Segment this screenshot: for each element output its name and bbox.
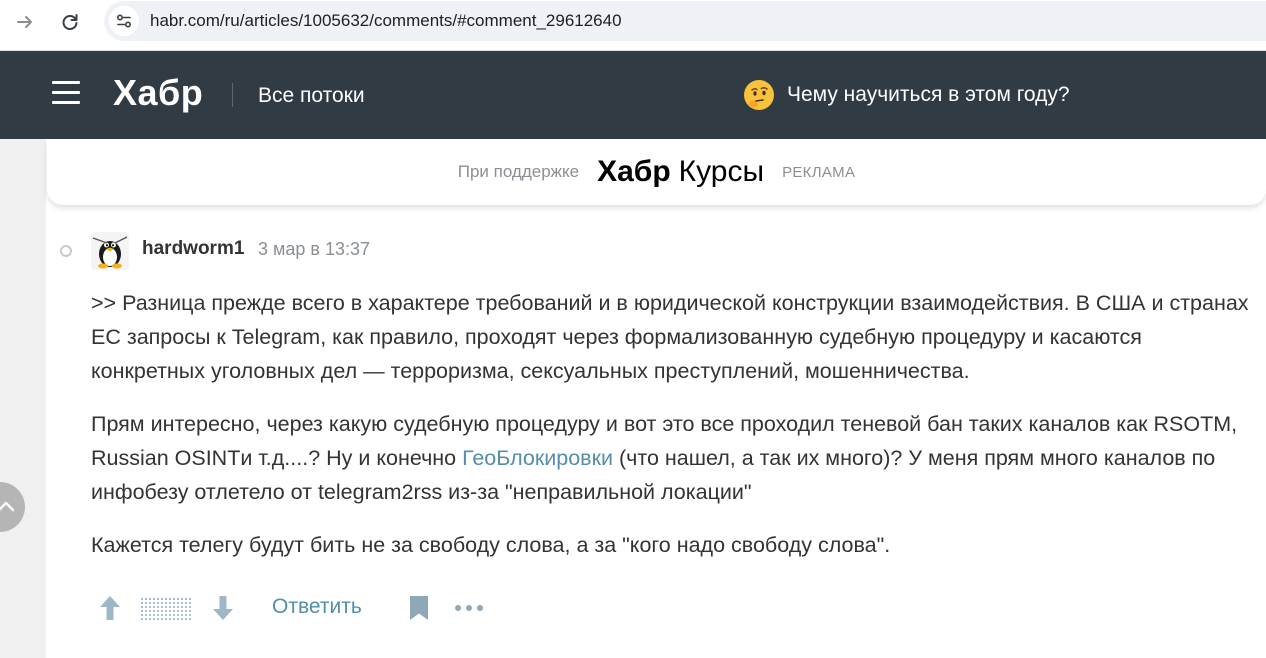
- site-logo[interactable]: Хабр: [113, 71, 203, 115]
- bookmark-button[interactable]: [408, 595, 430, 621]
- thread-marker[interactable]: [60, 245, 72, 257]
- geoblock-link[interactable]: ГеоБлокировки: [462, 446, 613, 470]
- comment-paragraph: >> Разница прежде всего в характере треб…: [91, 291, 1249, 383]
- promo-text: Чему научиться в этом году?: [787, 83, 1070, 106]
- thinking-emoji-icon: [744, 80, 774, 110]
- menu-icon[interactable]: [52, 81, 80, 105]
- penguin-avatar-icon: [92, 236, 128, 269]
- all-flows-link[interactable]: Все потоки: [258, 83, 365, 109]
- upvote-arrow-icon: [100, 596, 120, 620]
- avatar[interactable]: [91, 232, 129, 270]
- browser-toolbar: habr.com/ru/articles/1005632/comments/#c…: [0, 0, 1266, 51]
- sponsor-brand-bold: Хабр: [597, 155, 671, 188]
- downvote-button[interactable]: [211, 594, 235, 622]
- upvote-button[interactable]: [98, 594, 122, 622]
- comment-paragraph: Кажется телегу будут бить не за свободу …: [91, 533, 891, 557]
- site-header: Хабр Все потоки Чему научиться в этом го…: [0, 51, 1266, 139]
- scroll-up-icon: [0, 501, 15, 512]
- comment-date[interactable]: 3 мар в 13:37: [258, 239, 370, 260]
- comment-paragraph: Прям интересно, через какую судебную про…: [91, 407, 1251, 509]
- comment-body: >> Разница прежде всего в характере треб…: [91, 286, 1251, 581]
- reply-button[interactable]: Ответить: [272, 595, 362, 619]
- ad-label: РЕКЛАМА: [782, 163, 856, 181]
- url-text[interactable]: habr.com/ru/articles/1005632/comments/#c…: [150, 11, 622, 31]
- more-options-button[interactable]: [454, 598, 484, 618]
- bookmark-icon: [410, 596, 428, 620]
- reload-icon[interactable]: [54, 8, 86, 36]
- header-divider: [232, 83, 233, 107]
- site-settings-icon[interactable]: [109, 6, 139, 36]
- forward-arrow-icon[interactable]: [9, 8, 41, 36]
- comment-author[interactable]: hardworm1: [142, 238, 244, 260]
- promo-link[interactable]: Чему научиться в этом году?: [743, 77, 1070, 113]
- downvote-arrow-icon: [213, 596, 233, 620]
- rating-placeholder: [141, 594, 191, 622]
- sponsor-label: При поддержке: [457, 162, 580, 181]
- left-gutter: [0, 139, 46, 658]
- sponsor-banner[interactable]: При поддержке Хабр Курсы РЕКЛАМА: [47, 139, 1266, 205]
- sponsor-brand-light: Курсы: [678, 155, 765, 188]
- address-bar[interactable]: habr.com/ru/articles/1005632/comments/#c…: [104, 1, 1266, 41]
- more-options-icon: [455, 605, 483, 611]
